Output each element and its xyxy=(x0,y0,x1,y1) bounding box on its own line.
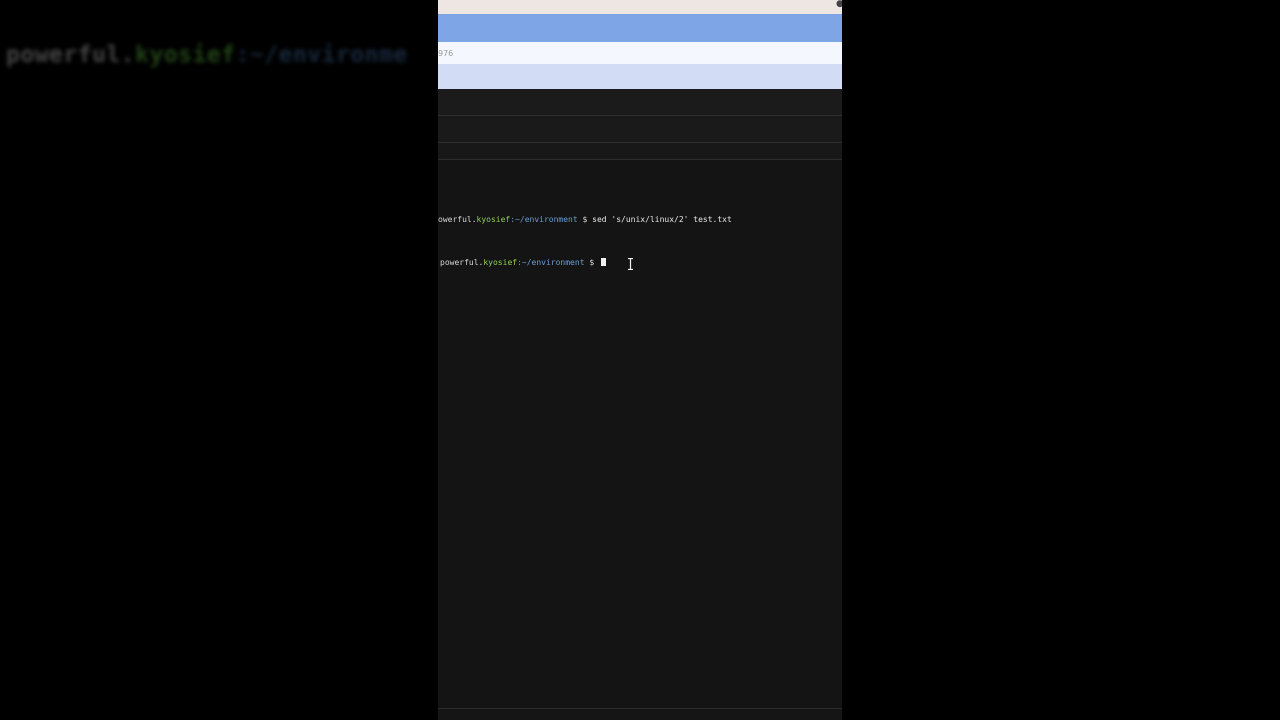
address-text: 976 xyxy=(438,49,454,58)
terminal-line-command: owerful.kyosief:~/environment $ sed 's/u… xyxy=(438,215,732,225)
window-control-icon[interactable]: ● xyxy=(836,0,842,9)
terminal-cursor xyxy=(600,258,606,266)
browser-address-bar[interactable]: 976 xyxy=(438,42,842,64)
prompt-host: kyosief xyxy=(476,215,511,224)
ide-toolbar xyxy=(438,116,842,143)
prompt-path: :~/environment xyxy=(517,258,585,267)
command-text: sed 's/unix/linux/2' test.txt xyxy=(592,215,732,224)
background-prompt-blurred: powerful.kyosief:~/environme xyxy=(6,42,408,68)
i-beam-cursor-icon xyxy=(628,258,633,270)
window-top-strip: ● xyxy=(438,0,842,14)
bg-prompt-host: kyosief xyxy=(135,42,236,68)
screen: powerful.kyosief:~/environme ● 976 owerf… xyxy=(0,0,1280,720)
prompt-symbol: $ xyxy=(577,215,593,224)
bg-prompt-path: :~/environme xyxy=(235,42,408,68)
prompt-user: powerful. xyxy=(440,258,484,267)
terminal-line-prompt: powerful.kyosief:~/environment $ xyxy=(440,258,606,268)
prompt-path: :~/environment xyxy=(510,215,578,224)
ide-menu-bar xyxy=(438,89,842,116)
prompt-host: kyosief xyxy=(483,258,518,267)
terminal-pane[interactable]: owerful.kyosief:~/environment $ sed 's/u… xyxy=(438,160,842,708)
browser-tab-bar[interactable] xyxy=(438,14,842,42)
screen-recording-panel: ● 976 owerful.kyosief:~/environment $ se… xyxy=(438,0,842,720)
prompt-user: owerful. xyxy=(438,215,477,224)
bg-prompt-user: powerful. xyxy=(6,42,136,68)
browser-toolbar xyxy=(438,64,842,89)
status-bar xyxy=(438,709,842,720)
terminal-tab-strip[interactable] xyxy=(438,143,842,160)
prompt-symbol: $ xyxy=(584,258,599,267)
